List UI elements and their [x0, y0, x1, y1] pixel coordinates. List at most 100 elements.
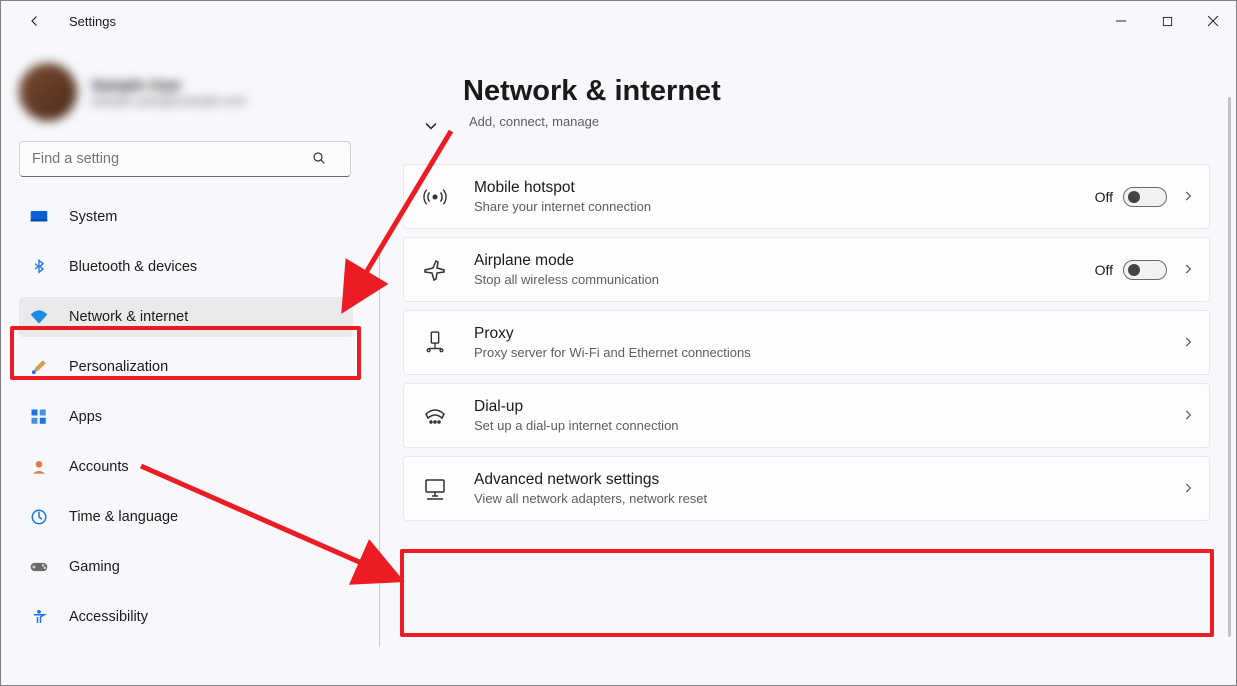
page-title: Network & internet — [463, 75, 1216, 108]
close-button[interactable] — [1190, 1, 1236, 41]
card-title: Airplane mode — [474, 252, 1069, 270]
bluetooth-icon — [29, 257, 49, 277]
card-title: Dial-up — [474, 398, 1155, 416]
card-body: Mobile hotspot Share your internet conne… — [474, 179, 1069, 214]
vpn-row-collapsed[interactable]: Add, connect, manage — [421, 114, 1216, 156]
toggle-track — [1123, 187, 1167, 207]
globe-clock-icon — [29, 507, 49, 527]
toggle-thumb — [1128, 191, 1140, 203]
card-subtitle: Share your internet connection — [474, 199, 1069, 214]
monitor-network-icon — [422, 476, 448, 502]
sidebar-item-network[interactable]: Network & internet — [19, 297, 353, 337]
card-subtitle: Set up a dial-up internet connection — [474, 418, 1155, 433]
card-subtitle: Stop all wireless communication — [474, 272, 1069, 287]
card-mobile-hotspot[interactable]: Mobile hotspot Share your internet conne… — [403, 164, 1210, 229]
sidebar-item-system[interactable]: System — [19, 197, 353, 237]
content-scrollbar[interactable] — [1228, 97, 1231, 637]
card-advanced-network-settings[interactable]: Advanced network settings View all netwo… — [403, 456, 1210, 521]
system-icon — [29, 207, 49, 227]
search-input[interactable] — [19, 141, 351, 177]
card-subtitle: View all network adapters, network reset — [474, 491, 1155, 506]
user-name: Sample User — [91, 77, 246, 94]
vpn-subtitle: Add, connect, manage — [469, 114, 599, 129]
card-body: Airplane mode Stop all wireless communic… — [474, 252, 1069, 287]
sidebar-item-label: Personalization — [69, 359, 168, 375]
gamepad-icon — [29, 557, 49, 577]
search-icon — [311, 150, 329, 168]
proxy-icon — [422, 330, 448, 356]
sidebar-item-label: Time & language — [69, 509, 178, 525]
minimize-button[interactable] — [1098, 1, 1144, 41]
chevron-right-icon — [1181, 335, 1197, 351]
card-title: Proxy — [474, 325, 1155, 343]
card-right — [1181, 408, 1197, 424]
sidebar-item-label: Gaming — [69, 559, 120, 575]
brush-icon — [29, 357, 49, 377]
maximize-button[interactable] — [1144, 1, 1190, 41]
body: Sample User sample.user@example.com Syst… — [1, 41, 1236, 685]
sidebar: Sample User sample.user@example.com Syst… — [1, 41, 361, 685]
toggle-thumb — [1128, 264, 1140, 276]
card-airplane-mode[interactable]: Airplane mode Stop all wireless communic… — [403, 237, 1210, 302]
sidebar-item-label: Apps — [69, 409, 102, 425]
chevron-right-icon — [1181, 262, 1197, 278]
app-title: Settings — [69, 14, 116, 29]
sidebar-item-label: Network & internet — [69, 309, 188, 325]
sidebar-item-bluetooth[interactable]: Bluetooth & devices — [19, 247, 353, 287]
card-proxy[interactable]: Proxy Proxy server for Wi-Fi and Etherne… — [403, 310, 1210, 375]
sidebar-item-gaming[interactable]: Gaming — [19, 547, 353, 587]
card-body: Advanced network settings View all netwo… — [474, 471, 1155, 506]
close-icon — [1207, 15, 1219, 27]
titlebar: Settings — [1, 1, 1236, 41]
content-area: Network & internet Add, connect, manage … — [361, 41, 1236, 685]
accessibility-icon — [29, 607, 49, 627]
card-right — [1181, 481, 1197, 497]
search-box — [19, 141, 347, 177]
sidebar-item-label: Bluetooth & devices — [69, 259, 197, 275]
toggle-track — [1123, 260, 1167, 280]
card-subtitle: Proxy server for Wi-Fi and Ethernet conn… — [474, 345, 1155, 360]
card-body: Proxy Proxy server for Wi-Fi and Etherne… — [474, 325, 1155, 360]
wifi-icon — [29, 307, 49, 327]
airplane-toggle[interactable]: Off — [1095, 260, 1167, 280]
minimize-icon — [1115, 15, 1127, 27]
card-title: Mobile hotspot — [474, 179, 1069, 197]
window-controls — [1098, 1, 1236, 41]
sidebar-item-accessibility[interactable]: Accessibility — [19, 597, 353, 637]
card-right: Off — [1095, 187, 1197, 207]
user-block[interactable]: Sample User sample.user@example.com — [19, 63, 353, 121]
titlebar-left: Settings — [25, 11, 116, 31]
card-dial-up[interactable]: Dial-up Set up a dial-up internet connec… — [403, 383, 1210, 448]
chevron-right-icon — [1181, 189, 1197, 205]
avatar — [19, 63, 77, 121]
user-email: sample.user@example.com — [91, 94, 246, 108]
sidebar-nav: System Bluetooth & devices Network & int… — [19, 197, 353, 647]
sidebar-item-time-language[interactable]: Time & language — [19, 497, 353, 537]
chevron-right-icon — [1181, 408, 1197, 424]
card-body: Dial-up Set up a dial-up internet connec… — [474, 398, 1155, 433]
card-title: Advanced network settings — [474, 471, 1155, 489]
toggle-label: Off — [1095, 189, 1113, 205]
card-right — [1181, 335, 1197, 351]
user-text: Sample User sample.user@example.com — [91, 77, 246, 108]
airplane-icon — [422, 257, 448, 283]
hotspot-toggle[interactable]: Off — [1095, 187, 1167, 207]
chevron-down-icon — [421, 116, 441, 141]
sidebar-item-label: Accessibility — [69, 609, 148, 625]
hotspot-icon — [422, 184, 448, 210]
sidebar-item-accounts[interactable]: Accounts — [19, 447, 353, 487]
settings-window: Settings Sample User sample.user@example… — [0, 0, 1237, 686]
sidebar-item-label: Accounts — [69, 459, 129, 475]
sidebar-item-personalization[interactable]: Personalization — [19, 347, 353, 387]
chevron-right-icon — [1181, 481, 1197, 497]
dialup-icon — [422, 403, 448, 429]
maximize-icon — [1162, 16, 1173, 27]
toggle-label: Off — [1095, 262, 1113, 278]
person-icon — [29, 457, 49, 477]
sidebar-item-apps[interactable]: Apps — [19, 397, 353, 437]
card-right: Off — [1095, 260, 1197, 280]
sidebar-item-label: System — [69, 209, 117, 225]
sidebar-divider — [379, 247, 380, 647]
apps-icon — [29, 407, 49, 427]
back-button[interactable] — [25, 11, 45, 31]
